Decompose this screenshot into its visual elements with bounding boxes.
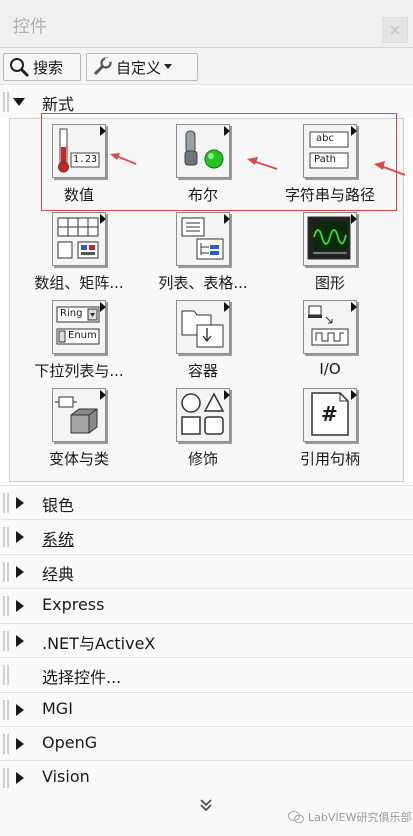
graph-icon bbox=[303, 212, 357, 266]
palette-toolbar: 搜索 自定义 bbox=[0, 48, 413, 84]
palette-item-refnum[interactable]: # 引用句柄 bbox=[267, 388, 387, 474]
expand-triangle-icon bbox=[16, 531, 24, 543]
category-label: MGI bbox=[42, 699, 73, 718]
ring-enum-icon: Ring Enum bbox=[52, 300, 106, 354]
palette-title: 控件 bbox=[13, 17, 47, 37]
palette-item-decorations[interactable]: 修饰 bbox=[140, 388, 260, 474]
drag-grip bbox=[3, 768, 9, 788]
category-item[interactable]: Express bbox=[0, 588, 413, 622]
palette-item-graph[interactable]: 图形 bbox=[267, 212, 387, 298]
drag-grip bbox=[3, 631, 9, 651]
decorations-icon bbox=[176, 388, 230, 442]
item-label: 容器 bbox=[187, 362, 218, 380]
category-label: 新式 bbox=[42, 95, 75, 114]
category-label: Vision bbox=[42, 767, 90, 786]
category-label: Express bbox=[42, 595, 105, 614]
expand-triangle-icon bbox=[16, 497, 24, 509]
search-button-label: 搜索 bbox=[33, 58, 64, 77]
refnum-icon: # bbox=[303, 388, 357, 442]
refnum-icon-text: # bbox=[321, 402, 338, 426]
category-label: OpenG bbox=[42, 733, 98, 752]
array-matrix-icon bbox=[52, 212, 106, 266]
palette-item-ring-enum[interactable]: Ring Enum 下拉列表与... bbox=[16, 300, 136, 386]
category-item[interactable]: 银色 bbox=[0, 485, 413, 519]
ring-icon-text: Ring bbox=[60, 308, 83, 319]
expand-triangle-icon bbox=[16, 772, 24, 784]
customize-button-label: 自定义 bbox=[116, 58, 162, 77]
item-label: 引用句柄 bbox=[299, 450, 360, 468]
chevron-down-icon bbox=[164, 64, 173, 69]
wrench-icon bbox=[93, 57, 112, 76]
annotation-arrow-icon bbox=[110, 153, 137, 165]
drag-grip bbox=[3, 734, 9, 754]
customize-button[interactable]: 自定义 bbox=[86, 53, 198, 81]
palette-item-variant-class[interactable]: 变体与类 bbox=[16, 388, 136, 474]
item-label: 变体与类 bbox=[48, 450, 109, 468]
search-button[interactable]: 搜索 bbox=[3, 53, 81, 81]
category-item[interactable]: .NET与ActiveX bbox=[0, 623, 413, 657]
category-item[interactable]: Vision bbox=[0, 760, 413, 794]
drag-grip bbox=[3, 527, 9, 547]
io-icon bbox=[303, 300, 357, 354]
category-label: .NET与ActiveX bbox=[42, 634, 156, 653]
watermark: LabVIEW研究俱乐部 bbox=[288, 809, 411, 825]
item-label: I/O bbox=[319, 360, 341, 378]
item-label: 下拉列表与... bbox=[34, 362, 124, 380]
item-label: 数组、矩阵... bbox=[34, 274, 124, 292]
annotation-arrow-icon bbox=[374, 161, 406, 176]
item-label: 图形 bbox=[314, 274, 345, 292]
annotation-arrow-icon bbox=[247, 157, 278, 170]
close-icon bbox=[390, 25, 400, 35]
expand-triangle-icon bbox=[13, 98, 25, 106]
wechat-icon bbox=[288, 811, 304, 824]
search-icon bbox=[10, 58, 30, 78]
enum-icon-text: Enum bbox=[68, 330, 97, 341]
drag-grip bbox=[3, 493, 9, 513]
containers-icon bbox=[176, 300, 230, 354]
expand-triangle-icon bbox=[16, 635, 24, 647]
drag-grip bbox=[3, 700, 9, 720]
item-label: 列表、表格... bbox=[158, 274, 248, 292]
annotation-highlight-box bbox=[41, 113, 397, 211]
expand-triangle-icon bbox=[16, 704, 24, 716]
item-label: 修饰 bbox=[187, 450, 218, 468]
category-label: 系统 bbox=[42, 530, 75, 549]
watermark-text: LabVIEW研究俱乐部 bbox=[308, 811, 412, 824]
palette-item-containers[interactable]: 容器 bbox=[140, 300, 260, 386]
drag-grip bbox=[3, 562, 9, 582]
category-item[interactable]: 经典 bbox=[0, 554, 413, 588]
drag-grip bbox=[3, 92, 9, 112]
category-label: 银色 bbox=[42, 496, 75, 515]
drag-grip bbox=[3, 665, 9, 685]
expand-triangle-icon bbox=[16, 600, 24, 612]
category-item[interactable]: 系统 bbox=[0, 519, 413, 553]
drag-grip bbox=[3, 596, 9, 616]
palette-item-array-matrix[interactable]: 数组、矩阵... bbox=[16, 212, 136, 298]
category-item[interactable]: MGI bbox=[0, 692, 413, 726]
close-button[interactable] bbox=[382, 17, 408, 43]
palette-item-io[interactable]: I/O bbox=[267, 300, 387, 386]
category-label: 选择控件... bbox=[42, 668, 122, 687]
expand-more-icon[interactable] bbox=[198, 797, 214, 813]
palette-titlebar: 控件 bbox=[0, 0, 413, 48]
category-label: 经典 bbox=[42, 565, 75, 584]
expand-triangle-icon bbox=[16, 566, 24, 578]
palette-footer: LabVIEW研究俱乐部 bbox=[0, 793, 413, 836]
expand-triangle-icon bbox=[16, 738, 24, 750]
select-control-item[interactable]: 选择控件... bbox=[0, 657, 413, 691]
variant-class-icon bbox=[52, 388, 106, 442]
list-table-icon bbox=[176, 212, 230, 266]
category-item[interactable]: OpenG bbox=[0, 726, 413, 760]
palette-item-list-table[interactable]: 列表、表格... bbox=[140, 212, 260, 298]
